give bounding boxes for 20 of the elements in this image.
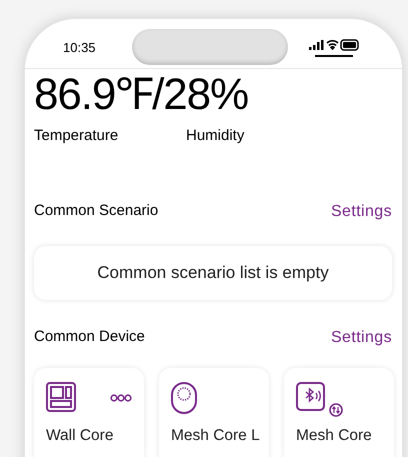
status-time: 10:35 bbox=[63, 38, 96, 57]
device-name: Mesh Core L bbox=[171, 426, 257, 446]
empty-message: Common scenario list is empty bbox=[97, 262, 329, 284]
device-card[interactable]: Wall Core bbox=[34, 368, 144, 457]
climate-label: Humidity bbox=[186, 126, 246, 146]
bluetooth-device-icon bbox=[296, 382, 346, 418]
device-name: Mesh Core bbox=[296, 426, 373, 446]
climate-reading: 86.9℉/28% bbox=[34, 73, 250, 117]
device-card[interactable]: Mesh Core L bbox=[159, 368, 269, 457]
device-card[interactable]: Mesh Core bbox=[284, 368, 394, 457]
mesh-hub-icon bbox=[171, 382, 197, 414]
more-options-icon[interactable] bbox=[110, 394, 132, 402]
status-icons bbox=[308, 38, 360, 50]
section-title: Common Scenario bbox=[34, 201, 158, 222]
wall-panel-icon bbox=[46, 382, 76, 412]
climate-label: Temperature bbox=[34, 126, 120, 146]
section-title: Common Device bbox=[34, 327, 145, 348]
settings-link[interactable]: Settings bbox=[330, 326, 392, 350]
device-name: Wall Core bbox=[46, 426, 114, 446]
settings-link[interactable]: Settings bbox=[330, 200, 392, 224]
